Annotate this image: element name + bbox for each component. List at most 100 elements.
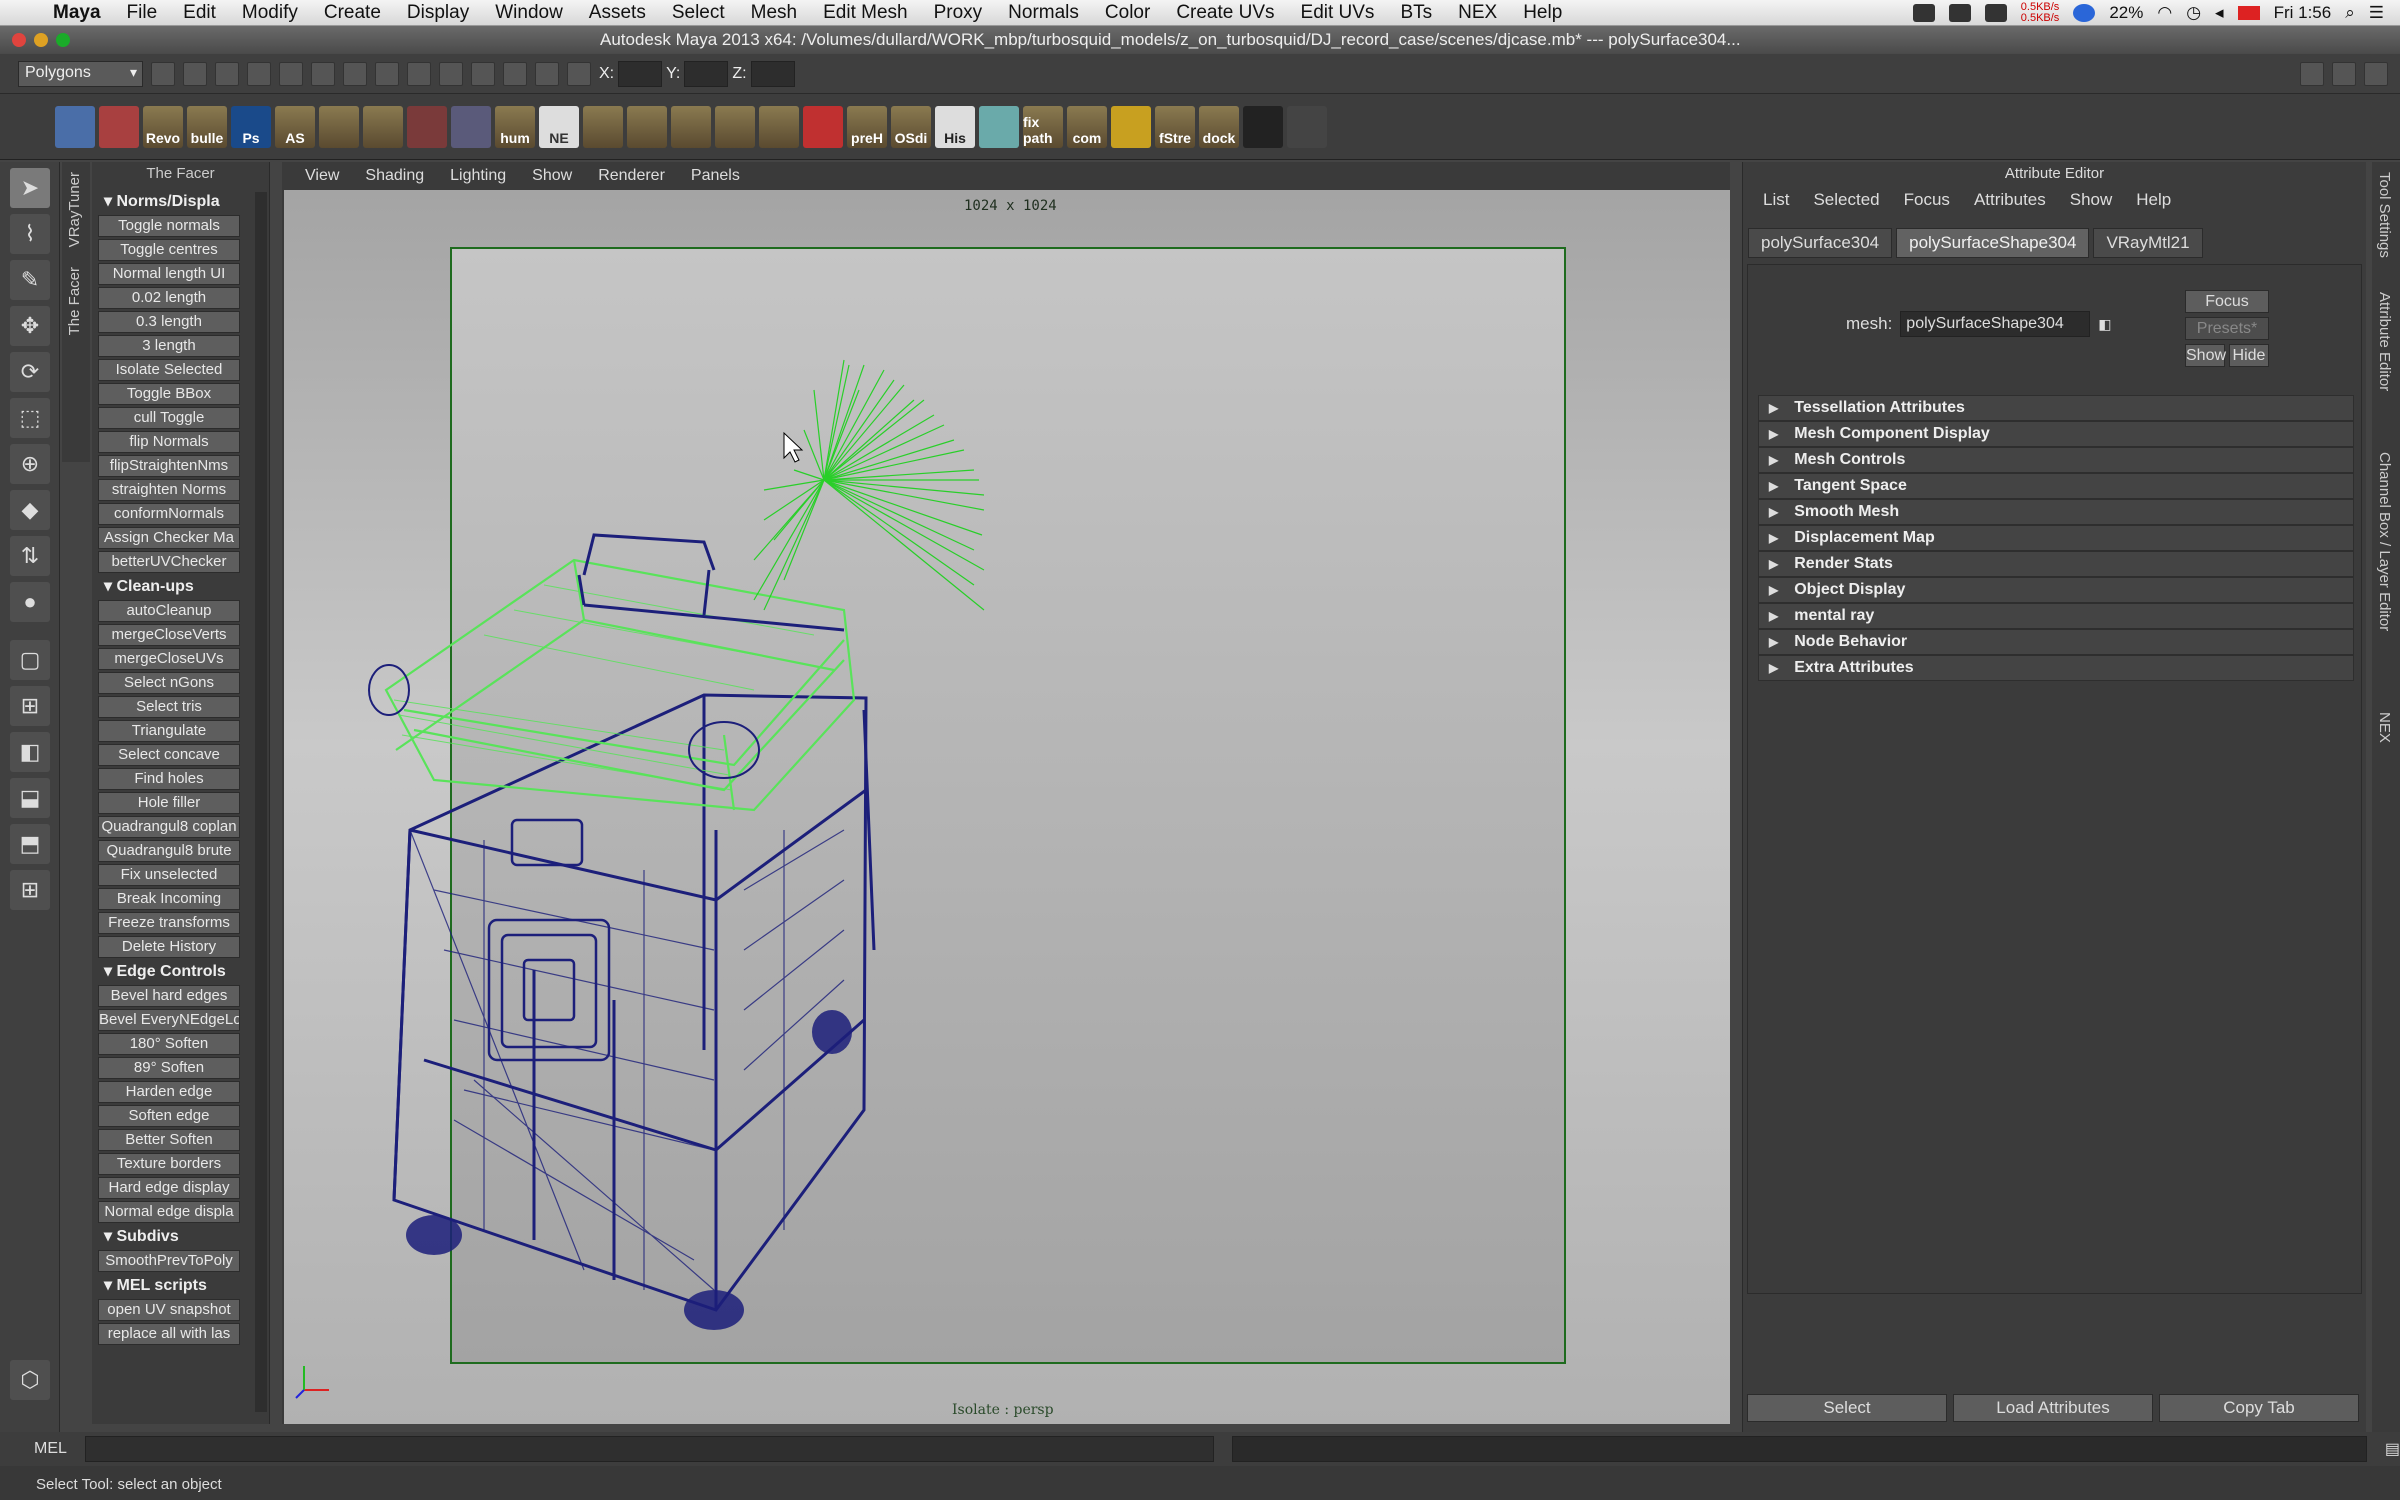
facer-button[interactable]: Normal edge displa [98,1201,240,1223]
time-machine-icon[interactable]: ◷ [2186,3,2201,23]
facer-section-mel-scripts[interactable]: ▾ MEL scripts [98,1274,265,1297]
facer-button[interactable]: Hole filler [98,792,240,814]
section-render-stats[interactable]: ▶ Render Stats [1758,551,2354,577]
shelf-brush-icon[interactable] [407,105,447,148]
x-field[interactable] [618,60,663,87]
notification-list-icon[interactable]: ☰ [2369,3,2384,23]
single-pane-layout-icon[interactable]: ▢ [10,640,50,680]
menu-nex[interactable]: NEX [1445,2,1510,24]
shelf-fstre[interactable]: fStre [1155,105,1195,148]
lasso-tool-icon[interactable]: ⌇ [10,214,50,254]
shelf-grid-icon[interactable] [715,105,755,148]
tab-polysurfaceshape304[interactable]: polySurfaceShape304 [1896,228,2090,258]
facer-button[interactable]: Better Soften [98,1129,240,1151]
paint-select-tool-icon[interactable]: ✎ [10,260,50,300]
menu-modify[interactable]: Modify [229,2,311,24]
shelf-dock[interactable]: dock [1199,105,1239,148]
facer-button[interactable]: Harden edge [98,1081,240,1103]
facer-button[interactable]: Hard edge display [98,1177,240,1199]
facer-section-norms[interactable]: ▾ Norms/Displa [98,190,265,213]
toggle-attribute-editor-icon[interactable] [2332,61,2356,86]
close-window-icon[interactable] [12,33,26,47]
shelf-com[interactable]: com [1067,105,1107,148]
shelf-preh[interactable]: preH [847,105,887,148]
facer-button[interactable]: SmoothPrevToPoly [98,1250,240,1272]
section-mesh-component-display[interactable]: ▶ Mesh Component Display [1758,421,2354,447]
facer-button[interactable]: Assign Checker Ma [98,527,240,549]
facer-button[interactable]: cull Toggle [98,407,240,429]
tab-attribute-editor[interactable]: Attribute Editor [2372,282,2397,442]
shelf-cube-icon[interactable] [319,105,359,148]
ipr-render-icon[interactable] [535,61,559,86]
viewport-menu-lighting[interactable]: Lighting [437,167,519,185]
menu-create[interactable]: Create [311,2,394,24]
shelf-as[interactable]: AS [275,105,315,148]
viewport-menu-shading[interactable]: Shading [352,167,437,185]
section-smooth-mesh[interactable]: ▶ Smooth Mesh [1758,499,2354,525]
menu-help[interactable]: Help [1510,2,1575,24]
menu-edit-mesh[interactable]: Edit Mesh [810,2,920,24]
show-button[interactable]: Show [2185,344,2226,367]
persp-outliner-layout-icon[interactable]: ◧ [10,732,50,772]
polygon-icon[interactable]: ⬡ [10,1360,50,1400]
facer-button[interactable]: open UV snapshot [98,1299,240,1321]
menu-app-maya[interactable]: Maya [40,2,114,24]
ae-menu-list[interactable]: List [1751,190,1801,210]
open-scene-icon[interactable] [183,61,207,86]
ae-menu-show[interactable]: Show [2058,190,2125,210]
snap-plane-icon[interactable] [439,61,463,86]
soft-mod-tool-icon[interactable]: ◆ [10,490,50,530]
menu-create-uvs[interactable]: Create UVs [1163,2,1287,24]
z-field[interactable] [750,60,795,87]
tab-vraymtl21[interactable]: VRayMtl21 [2093,228,2203,258]
facer-button[interactable]: Fix unselected [98,864,240,886]
menu-color[interactable]: Color [1092,2,1163,24]
command-input[interactable] [84,1436,1215,1462]
new-scene-icon[interactable] [151,61,175,86]
facer-button[interactable]: Texture borders [98,1153,240,1175]
section-tessellation-attributes[interactable]: ▶ Tessellation Attributes [1758,395,2354,421]
facer-button[interactable]: Select concave [98,744,240,766]
input-source-flag-icon[interactable] [2237,5,2260,20]
mesh-name-field[interactable] [1900,311,2091,337]
facer-button[interactable]: Toggle BBox [98,383,240,405]
viewport-menu-view[interactable]: View [292,167,352,185]
menu-normals[interactable]: Normals [995,2,1092,24]
wifi-icon[interactable]: ◠ [2157,3,2172,23]
facer-section-subdivs[interactable]: ▾ Subdivs [98,1225,265,1248]
facer-scrollbar[interactable] [255,192,267,1412]
ae-menu-focus[interactable]: Focus [1892,190,1962,210]
facer-section-cleanups[interactable]: ▾ Clean-ups [98,575,265,598]
zoom-window-icon[interactable] [56,33,70,47]
globe-icon[interactable] [2073,3,2096,22]
select-by-component-icon[interactable] [311,61,335,86]
menu-select[interactable]: Select [659,2,738,24]
section-mental-ray[interactable]: ▶ mental ray [1758,603,2354,629]
facer-button[interactable]: 0.02 length [98,287,240,309]
save-scene-icon[interactable] [215,61,239,86]
toggle-channel-box-icon[interactable] [2364,61,2388,86]
shelf-red-icon[interactable] [803,105,843,148]
facer-button[interactable]: Toggle normals [98,215,240,237]
menu-file[interactable]: File [114,2,171,24]
spotlight-search-icon[interactable]: ⌕ [2345,3,2355,23]
menu-bts[interactable]: BTs [1387,2,1445,24]
shelf-uv-icon[interactable] [627,105,667,148]
facer-button[interactable]: Isolate Selected [98,359,240,381]
shelf-plane-icon[interactable] [583,105,623,148]
ae-menu-attributes[interactable]: Attributes [1962,190,2058,210]
load-attributes-button[interactable]: Load Attributes [1953,1394,2153,1422]
dropbox-icon[interactable] [1948,3,1971,22]
universal-manipulator-icon[interactable]: ⊕ [10,444,50,484]
section-mesh-controls[interactable]: ▶ Mesh Controls [1758,447,2354,473]
shelf-bulle[interactable]: bulle [187,105,227,148]
snap-curve-icon[interactable] [375,61,399,86]
snap-point-icon[interactable] [407,61,431,86]
mesh-input-connection-icon[interactable]: ◧ [2098,316,2111,333]
shelf-ne[interactable]: NE [539,105,579,148]
facer-button[interactable]: Triangulate [98,720,240,742]
facer-button[interactable]: Normal length UI [98,263,240,285]
menu-edit-uvs[interactable]: Edit UVs [1288,2,1388,24]
facer-button[interactable]: mergeCloseVerts [98,624,240,646]
facer-button[interactable]: Find holes [98,768,240,790]
